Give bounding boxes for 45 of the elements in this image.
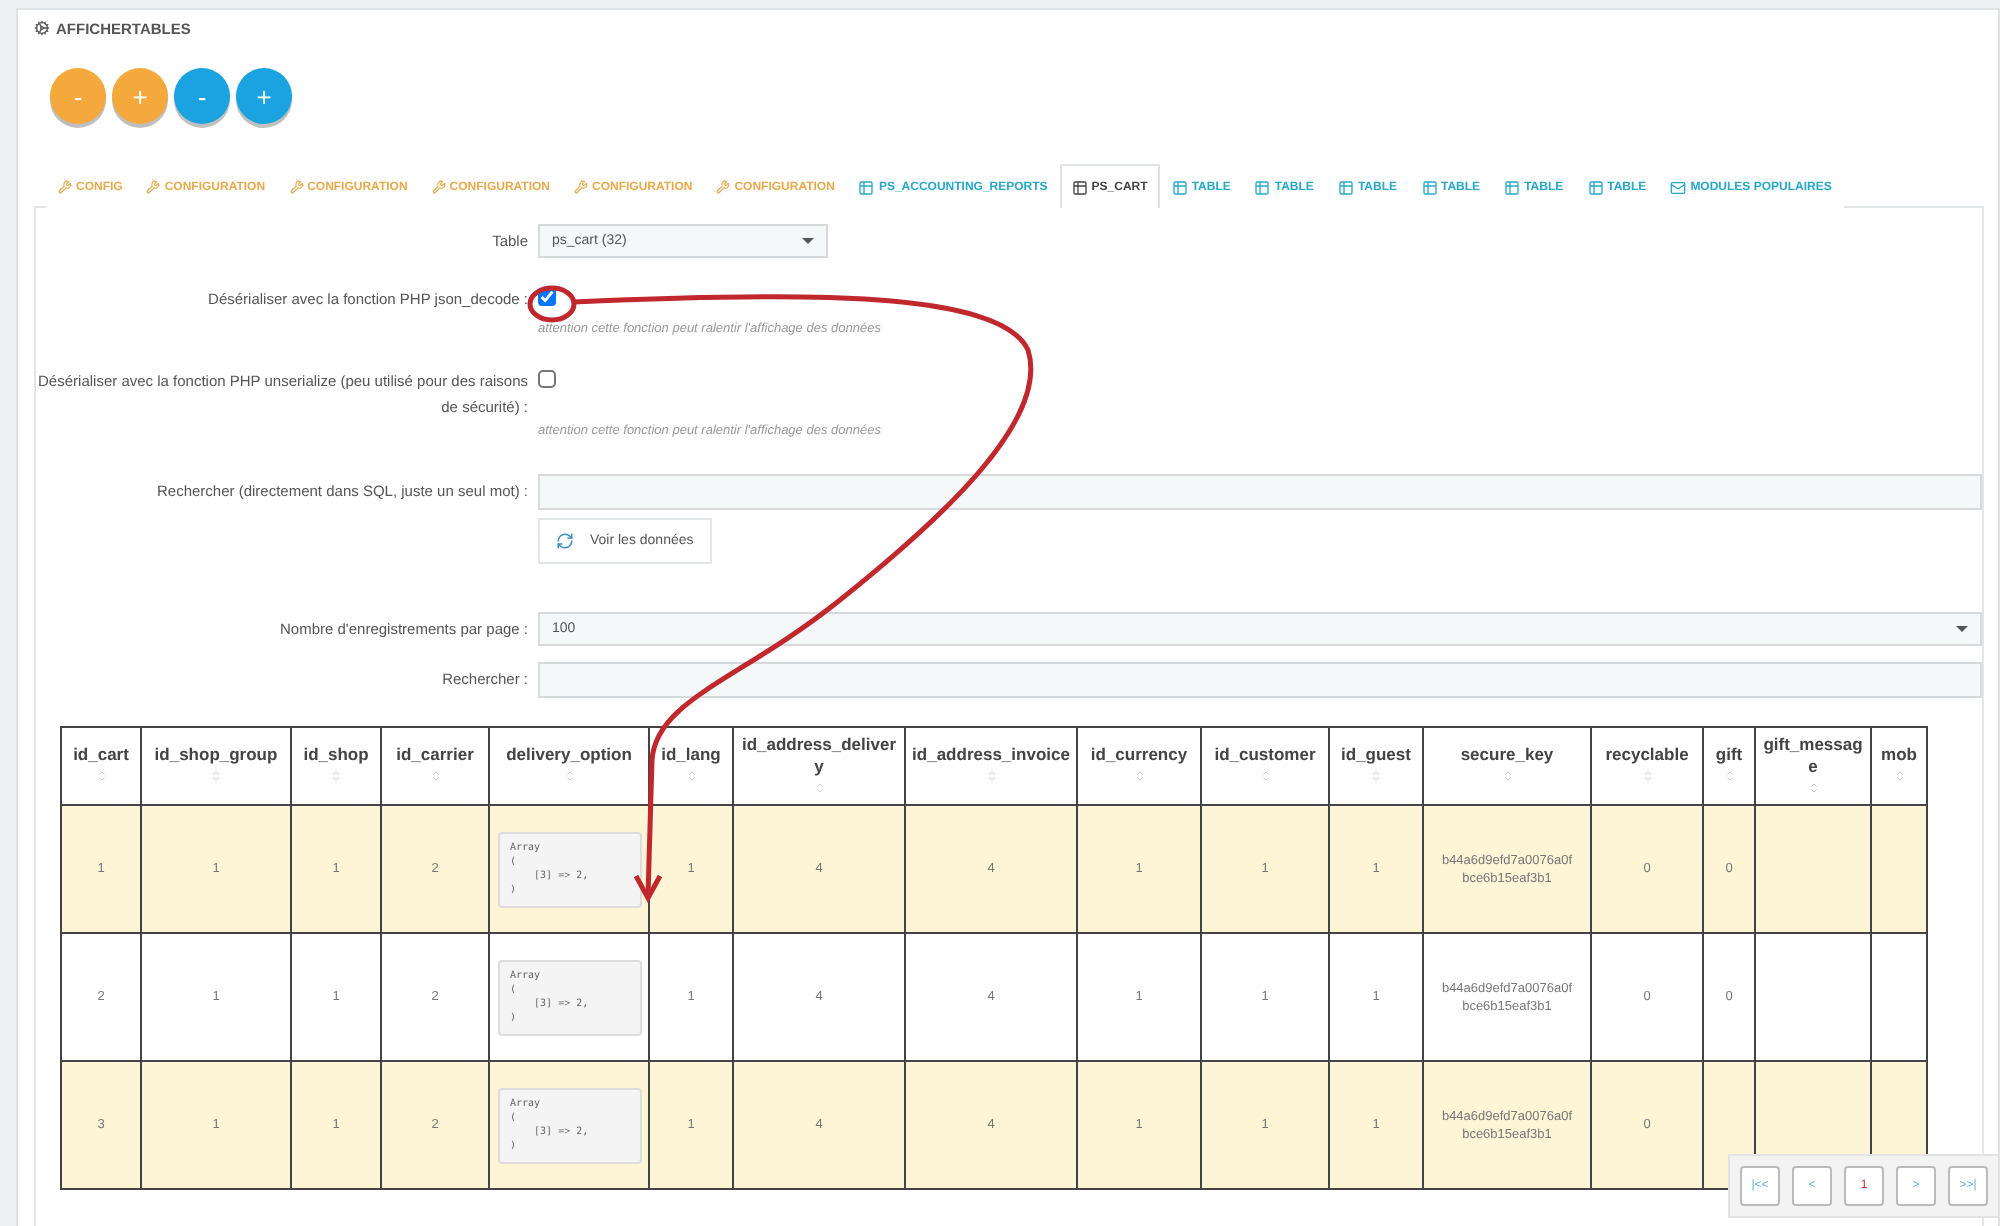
table-icon	[1587, 179, 1604, 195]
column-header[interactable]: delivery_option	[489, 727, 649, 805]
wrench-icon	[716, 180, 731, 194]
column-header[interactable]: id_lang	[649, 727, 733, 805]
column-header[interactable]: id_guest	[1329, 727, 1423, 805]
column-header[interactable]: id_carrier	[381, 727, 489, 805]
table-icon	[1171, 179, 1188, 195]
round-button[interactable]: -	[174, 68, 230, 124]
table-icon	[1337, 179, 1354, 195]
column-header[interactable]: id_currency	[1077, 727, 1201, 805]
table-icon	[1421, 179, 1437, 195]
wrench-icon	[58, 180, 72, 194]
column-header[interactable]: secure_key	[1423, 727, 1591, 805]
column-header[interactable]: id_address_invoice	[905, 727, 1077, 805]
column-header[interactable]: gift_message	[1755, 727, 1871, 805]
checkbox[interactable]	[538, 288, 556, 306]
refresh-icon	[556, 532, 574, 550]
wrench-icon	[431, 180, 446, 194]
table-cell	[1755, 805, 1871, 933]
round-button[interactable]: -	[50, 68, 106, 124]
wrench-icon	[289, 180, 304, 194]
column-header[interactable]: id_shop	[291, 727, 381, 805]
table-icon	[858, 179, 875, 195]
round-button[interactable]: +	[112, 68, 168, 124]
envelope-icon	[1670, 179, 1687, 195]
column-header[interactable]: gift	[1703, 727, 1755, 805]
table-icon	[1071, 179, 1088, 195]
table-cell	[1871, 933, 1927, 1061]
wrench-icon	[146, 180, 161, 194]
table-icon	[1254, 179, 1271, 195]
table-cell	[1871, 805, 1927, 933]
checkbox[interactable]	[538, 370, 556, 388]
column-header[interactable]: id_customer	[1201, 727, 1329, 805]
column-header[interactable]: id_cart	[61, 727, 141, 805]
settings-icon	[34, 20, 50, 36]
column-header[interactable]: id_address_delivery	[733, 727, 905, 805]
search-field[interactable]	[538, 474, 1982, 510]
wrench-icon	[574, 180, 588, 194]
table-icon	[1504, 179, 1521, 195]
table-cell	[1755, 933, 1871, 1061]
round-button[interactable]: +	[236, 68, 292, 124]
search-field[interactable]	[538, 662, 1982, 698]
column-header[interactable]: id_shop_group	[141, 727, 291, 805]
column-header[interactable]: recyclable	[1591, 727, 1703, 805]
column-header[interactable]: mob	[1871, 727, 1927, 805]
